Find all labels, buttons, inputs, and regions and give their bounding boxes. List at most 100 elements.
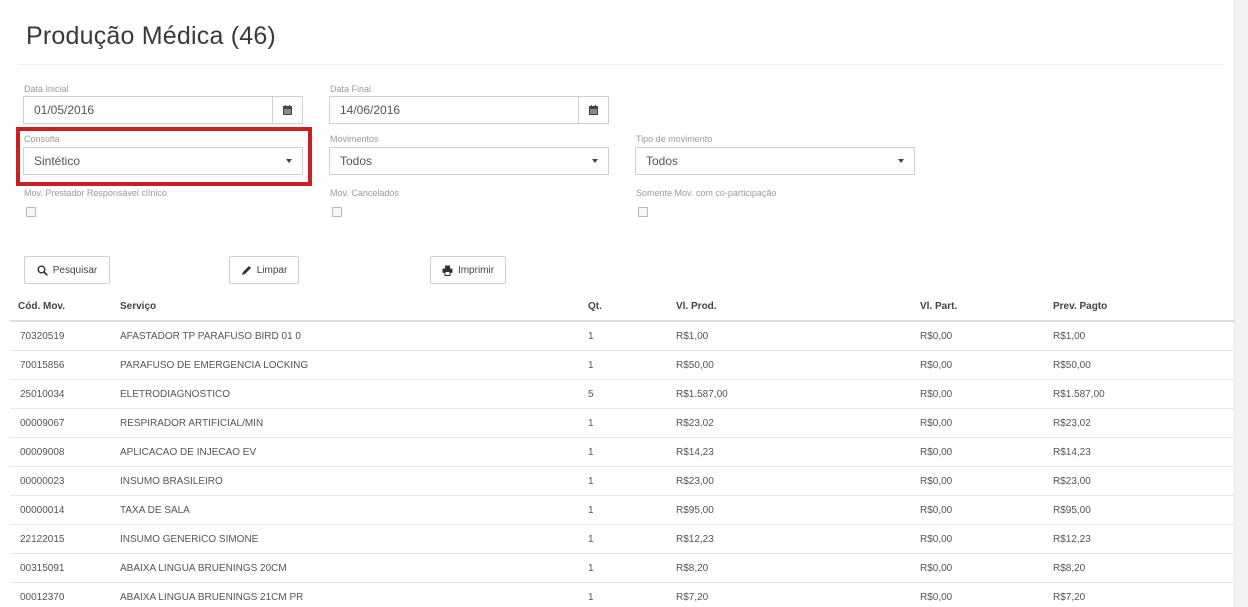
table-row[interactable]: 70015856 PARAFUSO DE EMERGENCIA LOCKING 1 R…	[10, 351, 1235, 380]
cell-cod-mov: 00000023	[20, 475, 65, 487]
cell-cod-mov: 70015856	[20, 359, 65, 371]
cell-vl-prod: R$50,00	[676, 359, 714, 371]
calendar-icon[interactable]	[578, 97, 608, 123]
calendar-icon[interactable]	[272, 97, 302, 123]
cell-vl-prod: R$14,23	[676, 446, 714, 458]
cell-cod-mov: 00000014	[20, 504, 65, 516]
scrollbar-track[interactable]	[1234, 0, 1248, 607]
cell-prev-pagto: R$95,00	[1053, 504, 1091, 516]
data-final-value[interactable]: 14/06/2016	[330, 103, 578, 117]
table-header: Cód. Mov. Serviço Qt. Vl. Prod. Vl. Part…	[10, 292, 1235, 322]
cell-vl-prod: R$8,20	[676, 562, 709, 574]
col-header-vl-prod[interactable]: Vl. Prod.	[666, 301, 910, 312]
cell-prev-pagto: R$23,02	[1053, 417, 1091, 429]
cell-cod-mov: 00009067	[20, 417, 65, 429]
page-title: Produção Médica (46)	[26, 22, 276, 50]
movimentos-label: Movimentos	[330, 134, 379, 144]
table-body: 70320519 AFASTADOR TP PARAFUSO BIRD 01 0 1…	[10, 322, 1235, 607]
cell-prev-pagto: R$8,20	[1053, 562, 1086, 574]
cell-vl-part: R$0,00	[920, 446, 953, 458]
table-row[interactable]: 22122015 INSUMO GENERICO SIMONE 1 R$12,23 R$…	[10, 525, 1235, 554]
cell-vl-part: R$0,00	[920, 562, 953, 574]
tipo-movimento-value: Todos	[646, 154, 679, 168]
cell-qt: 1	[588, 591, 594, 603]
chevron-down-icon	[592, 159, 598, 163]
table-row[interactable]: 00000023 INSUMO BRASILEIRO 1 R$23,00 R$0,00 R…	[10, 467, 1235, 496]
cell-qt: 1	[588, 359, 594, 371]
cell-servico: ELETRODIAGNOSTICO	[120, 388, 231, 400]
cell-vl-part: R$0,00	[920, 417, 953, 429]
cell-vl-prod: R$12,23	[676, 533, 714, 545]
cell-servico: ABAIXA LINGUA BRUENINGS 20CM	[120, 562, 287, 574]
pesquisar-button[interactable]: Pesquisar	[24, 256, 110, 284]
cell-servico: AFASTADOR TP PARAFUSO BIRD 01 0	[120, 330, 301, 342]
cell-cod-mov: 22122015	[20, 533, 65, 545]
data-inicial-value[interactable]: 01/05/2016	[24, 103, 272, 117]
cell-qt: 1	[588, 504, 594, 516]
imprimir-button[interactable]: Imprimir	[430, 256, 506, 284]
cell-qt: 1	[588, 446, 594, 458]
cell-servico: RESPIRADOR ARTIFICIAL/MIN	[120, 417, 264, 429]
table-row[interactable]: 25010034 ELETRODIAGNOSTICO 5 R$1.587,00 R$0,…	[10, 380, 1235, 409]
mov-cancelados-checkbox[interactable]	[332, 207, 342, 217]
cell-prev-pagto: R$14,23	[1053, 446, 1091, 458]
cell-vl-part: R$0,00	[920, 388, 953, 400]
table-row[interactable]: 00009067 RESPIRADOR ARTIFICIAL/MIN 1 R$23,0…	[10, 409, 1235, 438]
tipo-movimento-label: Tipo de movimento	[636, 134, 713, 144]
col-header-vl-part[interactable]: Vl. Part.	[910, 301, 1043, 312]
imprimir-label: Imprimir	[457, 264, 495, 276]
col-header-prev-pagto[interactable]: Prev. Pagto	[1043, 301, 1235, 312]
mov-cancelados-label: Mov. Cancelados	[330, 188, 399, 198]
cell-qt: 1	[588, 417, 594, 429]
cell-vl-part: R$0,00	[920, 504, 953, 516]
cell-prev-pagto: R$50,00	[1053, 359, 1091, 371]
cell-qt: 1	[588, 475, 594, 487]
coparticipacao-checkbox[interactable]	[638, 207, 648, 217]
cell-cod-mov: 00315091	[20, 562, 65, 574]
cell-prev-pagto: R$12,23	[1053, 533, 1091, 545]
cell-prev-pagto: R$23,00	[1053, 475, 1091, 487]
mov-prestador-checkbox[interactable]	[26, 207, 36, 217]
pesquisar-label: Pesquisar	[52, 264, 98, 276]
table-row[interactable]: 00012370 ABAIXA LINGUA BRUENINGS 21CM PR 1…	[10, 583, 1235, 607]
cell-servico: TAXA DE SALA	[120, 504, 190, 516]
table-row[interactable]: 00009008 APLICACAO DE INJECAO EV 1 R$14,23 R…	[10, 438, 1235, 467]
limpar-label: Limpar	[256, 264, 288, 276]
cell-vl-prod: R$1.587,00	[676, 388, 728, 400]
cell-qt: 1	[588, 562, 594, 574]
mov-prestador-label: Mov. Prestador Responsável clínico	[24, 188, 167, 198]
cell-qt: 5	[588, 388, 594, 400]
movimentos-select[interactable]: Todos	[329, 147, 609, 175]
consulta-highlight-box	[16, 127, 312, 186]
cell-servico: ABAIXA LINGUA BRUENINGS 21CM PR	[120, 591, 304, 603]
cell-vl-prod: R$23,02	[676, 417, 714, 429]
cell-prev-pagto: R$1.587,00	[1053, 388, 1105, 400]
col-header-cod-mov[interactable]: Cód. Mov.	[10, 301, 110, 312]
cell-vl-part: R$0,00	[920, 359, 953, 371]
print-icon	[442, 265, 453, 276]
cell-qt: 1	[588, 330, 594, 342]
producao-table: Cód. Mov. Serviço Qt. Vl. Prod. Vl. Part…	[10, 292, 1235, 607]
table-row[interactable]: 00315091 ABAIXA LINGUA BRUENINGS 20CM 1 R$8…	[10, 554, 1235, 583]
data-final-label: Data Final	[330, 84, 372, 94]
cell-vl-prod: R$95,00	[676, 504, 714, 516]
cell-vl-part: R$0,00	[920, 533, 953, 545]
cell-cod-mov: 70320519	[20, 330, 65, 342]
data-final-field[interactable]: 14/06/2016	[329, 96, 609, 124]
cell-prev-pagto: R$1,00	[1053, 330, 1086, 342]
tipo-movimento-select[interactable]: Todos	[635, 147, 915, 175]
cell-vl-part: R$0,00	[920, 475, 953, 487]
cell-cod-mov: 25010034	[20, 388, 65, 400]
table-row[interactable]: 00000014 TAXA DE SALA 1 R$95,00 R$0,00 R$95,0…	[10, 496, 1235, 525]
producao-medica-page: Produção Médica (46) Data Inicial 01/05/…	[0, 0, 1248, 607]
limpar-button[interactable]: Limpar	[229, 256, 299, 284]
table-row[interactable]: 70320519 AFASTADOR TP PARAFUSO BIRD 01 0 1…	[10, 322, 1235, 351]
cell-cod-mov: 00009008	[20, 446, 65, 458]
search-icon	[37, 265, 48, 276]
title-divider	[18, 64, 1223, 65]
col-header-qt[interactable]: Qt.	[578, 301, 666, 312]
data-inicial-field[interactable]: 01/05/2016	[23, 96, 303, 124]
col-header-servico[interactable]: Serviço	[110, 301, 578, 312]
cell-cod-mov: 00012370	[20, 591, 65, 603]
cell-qt: 1	[588, 533, 594, 545]
